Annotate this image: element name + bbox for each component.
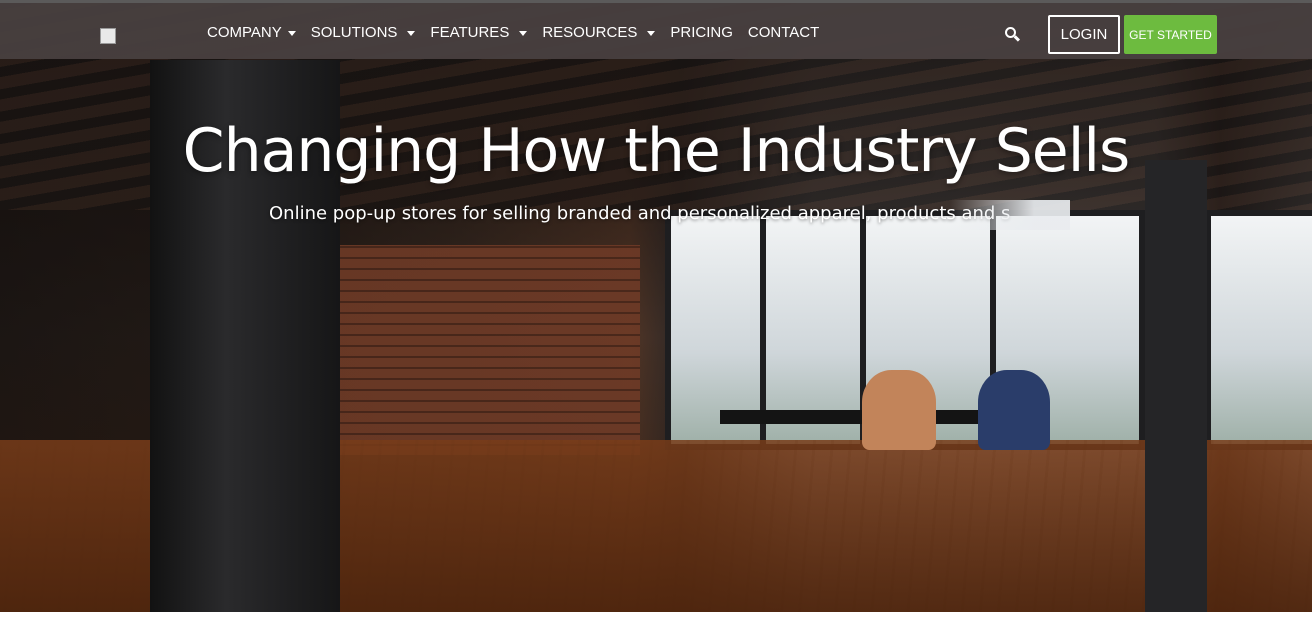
hero-person — [978, 370, 1050, 450]
main-nav: COMPANY SOLUTIONS FEATURES RESOURCES PRI… — [207, 23, 834, 43]
caret-down-icon — [519, 30, 528, 36]
nav-item-company[interactable]: COMPANY — [207, 23, 296, 43]
caret-down-icon — [647, 30, 656, 36]
hero-brick-wall — [330, 245, 640, 455]
hero-headline: Changing How the Industry Sells — [182, 116, 1131, 186]
nav-item-label: COMPANY — [207, 24, 282, 41]
nav-item-label: PRICING — [670, 24, 733, 41]
nav-item-pricing[interactable]: PRICING — [670, 23, 733, 43]
nav-item-label: FEATURES — [430, 24, 510, 41]
logo-image[interactable] — [100, 28, 116, 44]
subheadline-fade — [950, 200, 1070, 230]
hero-window-right — [1205, 210, 1312, 450]
top-navbar: COMPANY SOLUTIONS FEATURES RESOURCES PRI… — [0, 0, 1312, 59]
hero-pillar-right — [1145, 160, 1207, 612]
caret-down-icon — [287, 30, 296, 36]
hero-subheadline: Online pop-up stores for selling branded… — [269, 203, 1011, 224]
nav-item-label: RESOURCES — [542, 24, 638, 41]
nav-item-contact[interactable]: CONTACT — [748, 23, 819, 43]
search-icon[interactable] — [1005, 27, 1021, 43]
page-bottom-strip — [0, 612, 1312, 620]
nav-item-label: CONTACT — [747, 24, 820, 41]
hero-background — [0, 0, 1312, 612]
nav-item-solutions[interactable]: SOLUTIONS — [311, 23, 416, 43]
get-started-button[interactable]: GET STARTED — [1124, 15, 1217, 54]
login-button[interactable]: LOGIN — [1048, 15, 1120, 54]
caret-down-icon — [407, 30, 416, 36]
hero-person — [862, 370, 936, 450]
nav-item-resources[interactable]: RESOURCES — [542, 23, 656, 43]
nav-item-features[interactable]: FEATURES — [430, 23, 528, 43]
nav-item-label: SOLUTIONS — [310, 24, 398, 41]
search-icon-handle — [1013, 35, 1021, 42]
